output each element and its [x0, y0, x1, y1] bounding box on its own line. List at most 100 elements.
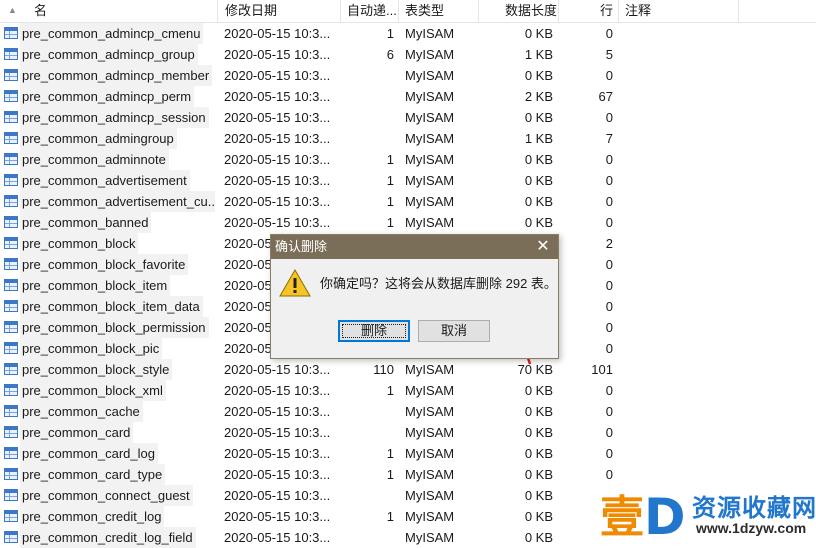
table-row[interactable]: pre_common_card 2020-05-15 10:3... MyISAM 0…	[0, 422, 816, 443]
table-name-cell[interactable]: pre_common_block_favorite	[0, 254, 218, 275]
data-length: 0 KB	[524, 488, 553, 503]
table-name-cell[interactable]: pre_common_block_pic	[0, 338, 218, 359]
column-name[interactable]: 名	[0, 0, 218, 22]
table-icon	[4, 489, 18, 501]
table-row[interactable]: pre_common_block_style 2020-05-15 10:3...…	[0, 359, 816, 380]
table-name-cell[interactable]: pre_common_admincp_perm	[0, 86, 218, 107]
table-name: pre_common_adminnote	[20, 149, 169, 170]
table-name-cell[interactable]: pre_common_block_style	[0, 359, 218, 380]
table-row[interactable]: pre_common_admincp_session 2020-05-15 10:…	[0, 107, 816, 128]
cancel-button[interactable]: 取消	[418, 320, 490, 342]
auto-increment: 1	[386, 383, 394, 398]
table-name: pre_common_block_item	[20, 275, 171, 296]
column-auto-increment[interactable]: 自动递...	[341, 0, 399, 22]
table-row[interactable]: pre_common_advertisement_cu... 2020-05-15…	[0, 191, 816, 212]
row-count: 0	[605, 110, 613, 125]
delete-button[interactable]: 删除	[338, 320, 410, 342]
table-name-cell[interactable]: pre_common_card_type	[0, 464, 218, 485]
table-row[interactable]: pre_common_card_type 2020-05-15 10:3... 1 M…	[0, 464, 816, 485]
auto-increment	[342, 401, 394, 422]
table-icon	[4, 153, 18, 165]
table-name-cell[interactable]: pre_common_advertisement	[0, 170, 218, 191]
close-icon[interactable]: ✕	[534, 235, 552, 259]
table-row[interactable]: pre_common_admincp_cmenu 2020-05-15 10:3.…	[0, 23, 816, 44]
table-name-cell[interactable]: pre_common_admincp_cmenu	[0, 23, 218, 44]
table-name-cell[interactable]: pre_common_admincp_member	[0, 65, 218, 86]
table-name-cell[interactable]: pre_common_credit_log_field	[0, 527, 218, 548]
auto-increment	[342, 422, 394, 443]
table-name-cell[interactable]: pre_common_block_item_data	[0, 296, 218, 317]
column-modified-date[interactable]: 修改日期	[218, 0, 341, 22]
table-row[interactable]: pre_common_advertisement 2020-05-15 10:3.…	[0, 170, 816, 191]
row-count: 0	[605, 425, 613, 440]
modified-date: 2020-05-15 10:3...	[224, 68, 331, 83]
table-icon	[4, 510, 18, 522]
row-count: 7	[605, 131, 613, 146]
table-type: MyISAM	[405, 446, 455, 461]
table-type: MyISAM	[405, 26, 455, 41]
table-name: pre_common_block_permission	[20, 317, 209, 338]
table-name: pre_common_card	[20, 422, 134, 443]
modified-date: 2020-05-15 10:3...	[224, 488, 331, 503]
data-length: 0 KB	[524, 530, 553, 545]
table-type: MyISAM	[405, 131, 455, 146]
table-name-cell[interactable]: pre_common_block_item	[0, 275, 218, 296]
table-name-cell[interactable]: pre_common_admincp_session	[0, 107, 218, 128]
dialog-titlebar[interactable]: 确认删除 ✕	[271, 235, 558, 259]
auto-increment	[342, 485, 394, 506]
table-row[interactable]: pre_common_cache 2020-05-15 10:3... MyISAM…	[0, 401, 816, 422]
table-row[interactable]: pre_common_admingroup 2020-05-15 10:3... M…	[0, 128, 816, 149]
table-name-cell[interactable]: pre_common_admincp_group	[0, 44, 218, 65]
row-count: 2	[605, 236, 613, 251]
table-row[interactable]: pre_common_card_log 2020-05-15 10:3... 1 My…	[0, 443, 816, 464]
table-icon	[4, 447, 18, 459]
table-name-cell[interactable]: pre_common_block_xml	[0, 380, 218, 401]
table-name-cell[interactable]: pre_common_adminnote	[0, 149, 218, 170]
table-row[interactable]: pre_common_admincp_member 2020-05-15 10:3…	[0, 65, 816, 86]
row-count: 0	[605, 152, 613, 167]
dialog-title: 确认删除	[275, 239, 328, 254]
table-row[interactable]: pre_common_adminnote 2020-05-15 10:3... 1 M…	[0, 149, 816, 170]
table-type: MyISAM	[405, 47, 455, 62]
table-icon	[4, 363, 18, 375]
column-data-length[interactable]: 数据长度	[479, 0, 559, 22]
auto-increment: 1	[386, 467, 394, 482]
table-type: MyISAM	[405, 488, 455, 503]
table-row[interactable]: pre_common_block_xml 2020-05-15 10:3... 1 M…	[0, 380, 816, 401]
column-table-type[interactable]: 表类型	[399, 0, 479, 22]
table-name-cell[interactable]: pre_common_block_permission	[0, 317, 218, 338]
table-name-cell[interactable]: pre_common_connect_guest	[0, 485, 218, 506]
data-length: 70 KB	[517, 362, 553, 377]
table-row[interactable]: pre_common_admincp_group 2020-05-15 10:3.…	[0, 44, 816, 65]
table-icon	[4, 48, 18, 60]
data-length: 0 KB	[524, 404, 553, 419]
table-name-cell[interactable]: pre_common_banned	[0, 212, 218, 233]
column-rows[interactable]: 行	[559, 0, 619, 22]
table-name: pre_common_block_favorite	[20, 254, 189, 275]
modified-date: 2020-05-15 10:3...	[224, 404, 331, 419]
table-name-cell[interactable]: pre_common_card	[0, 422, 218, 443]
table-type: MyISAM	[405, 89, 455, 104]
data-length: 1 KB	[524, 47, 553, 62]
table-type: MyISAM	[405, 362, 455, 377]
modified-date: 2020-05-15 10:3...	[224, 215, 331, 230]
data-length: 1 KB	[524, 131, 553, 146]
table-name-cell[interactable]: pre_common_advertisement_cu...	[0, 191, 218, 212]
table-row[interactable]: pre_common_admincp_perm 2020-05-15 10:3..…	[0, 86, 816, 107]
row-count: 0	[605, 173, 613, 188]
auto-increment: 1	[386, 152, 394, 167]
table-name: pre_common_block_item_data	[20, 296, 203, 317]
table-type: MyISAM	[405, 404, 455, 419]
confirm-delete-dialog: 确认删除 ✕ 你确定吗？这将会从数据库删除 292 表。 删除 取消	[270, 234, 559, 359]
table-name: pre_common_admingroup	[20, 128, 177, 149]
table-name-cell[interactable]: pre_common_block	[0, 233, 218, 254]
table-name-cell[interactable]: pre_common_card_log	[0, 443, 218, 464]
modified-date: 2020-05-15 10:3...	[224, 173, 331, 188]
table-name-cell[interactable]: pre_common_credit_log	[0, 506, 218, 527]
column-comment[interactable]: 注释	[619, 0, 739, 22]
table-row[interactable]: pre_common_banned 2020-05-15 10:3... 1 MyIS…	[0, 212, 816, 233]
table-name-cell[interactable]: pre_common_cache	[0, 401, 218, 422]
modified-date: 2020-05-15 10:3...	[224, 530, 331, 545]
table-name-cell[interactable]: pre_common_admingroup	[0, 128, 218, 149]
row-count: 67	[598, 89, 613, 104]
